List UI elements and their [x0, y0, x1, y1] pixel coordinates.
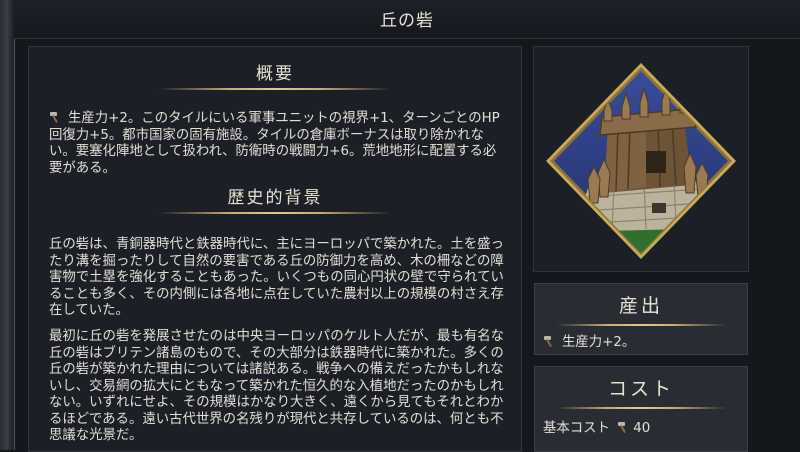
yield-divider — [556, 324, 726, 326]
overview-header: 概要 — [29, 59, 521, 90]
history-paragraph-1: 丘の砦は、青銅器時代と鉄器時代に、主にヨーロッパで築かれた。土を盛ったり溝を掘っ… — [49, 237, 504, 318]
history-header: 歴史的背景 — [29, 183, 521, 214]
yield-text: 生産力+2。 — [562, 335, 636, 350]
overview-text-block: 生産力+2。このタイルにいる軍事ユニットの視界+1、ターンごとのHP回復力+5。… — [49, 111, 505, 177]
overview-text: 生産力+2。このタイルにいる軍事ユニットの視界+1、ターンごとのHP回復力+5。… — [49, 111, 500, 176]
description-panel[interactable]: 概要 生産力+2。このタイルにいる軍事ユニットの視界+1、ターンごとのHP回復力… — [28, 46, 522, 452]
cost-divider — [556, 407, 726, 409]
overview-heading: 概要 — [256, 64, 294, 84]
yield-panel: 産出 生産力+2。 — [534, 283, 748, 355]
history-paragraph-2: 最初に丘の砦を発展させたのは中央ヨーロッパのケルト人だが、最も有名な丘の砦はブリ… — [49, 329, 505, 443]
production-hammer-icon — [543, 335, 557, 347]
production-hammer-icon — [49, 111, 63, 123]
yield-heading: 産出 — [618, 295, 663, 317]
history-divider — [159, 212, 391, 214]
window-title: 丘の砦 — [380, 11, 434, 31]
cost-line: 基本コスト 40 — [543, 416, 650, 436]
yield-line: 生産力+2。 — [543, 330, 635, 350]
cost-panel: コスト 基本コスト 40 — [534, 366, 748, 452]
title-bar: 丘の砦 — [14, 0, 800, 39]
history-heading: 歴史的背景 — [227, 188, 323, 208]
window-left-frame — [0, 0, 15, 450]
production-hammer-icon — [617, 421, 631, 433]
cost-label: 基本コスト — [543, 421, 610, 436]
cost-heading: コスト — [607, 378, 674, 400]
cost-value: 40 — [633, 421, 651, 436]
building-emblem-panel — [533, 46, 749, 272]
overview-divider — [159, 88, 391, 90]
hill-fort-emblem-icon — [546, 63, 736, 259]
